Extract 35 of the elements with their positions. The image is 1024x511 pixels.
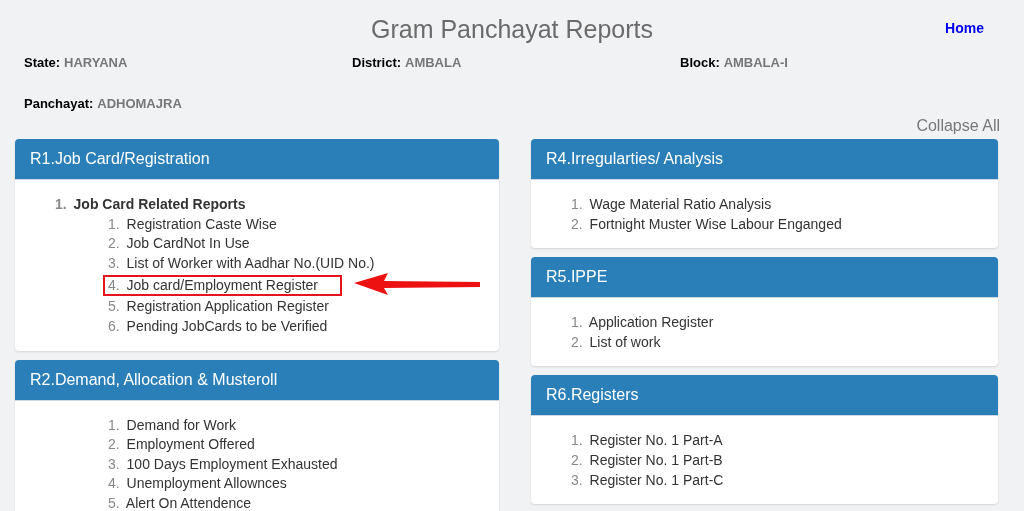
report-link[interactable]: 2. List of work — [571, 332, 661, 353]
report-group-heading: 1. Job Card Related Reports — [55, 195, 246, 214]
report-link[interactable]: 1. Register No. 1 Part-A — [571, 431, 723, 451]
report-link[interactable]: 1. Wage Material Ratio Analysis — [571, 195, 772, 215]
report-link[interactable]: 2. Register No. 1 Part-B — [571, 450, 723, 471]
panel-heading[interactable]: R4.Irregularties/ Analysis — [531, 139, 998, 180]
info-label: State: — [24, 55, 61, 70]
info-label: Panchayat: — [24, 96, 94, 111]
info-value: HARYANA — [64, 55, 128, 70]
info-value: ADHOMAJRA — [97, 96, 182, 111]
report-link[interactable]: 6. Pending JobCards to be Verified — [108, 316, 328, 337]
report-link[interactable]: 2. Job CardNot In Use — [108, 234, 250, 254]
report-link[interactable]: 4. Job card/Employment Register — [108, 276, 318, 293]
report-link[interactable]: 5. Registration Application Register — [108, 297, 329, 317]
report-link[interactable]: 2. Fortnight Muster Wise Labour Enganged — [571, 214, 842, 235]
info-label: District: — [352, 55, 402, 70]
panel-heading[interactable]: R6.Registers — [531, 375, 998, 417]
panel-heading[interactable]: R5.IPPE — [531, 257, 998, 299]
report-link[interactable]: 3. 100 Days Employment Exhausted — [108, 454, 338, 475]
report-link[interactable]: 5. Alert On Attendence — [108, 493, 252, 511]
panel-heading[interactable]: R2.Demand, Allocation & Musteroll — [15, 359, 499, 401]
home-link[interactable]: Home — [945, 18, 984, 39]
report-link[interactable]: 4. Unemployment Allownces — [108, 474, 287, 494]
panel-heading[interactable]: R1.Job Card/Registration — [15, 139, 499, 180]
report-link[interactable]: 1. Registration Caste Wise — [108, 214, 277, 235]
report-link[interactable]: 3. Register No. 1 Part-C — [571, 470, 724, 491]
page-title: Gram Panchayat Reports — [370, 14, 654, 44]
collapse-all-link[interactable]: Collapse All — [916, 114, 1000, 138]
info-value: AMBALA-I — [723, 55, 788, 70]
report-link[interactable]: 3. List of Worker with Aadhar No.(UID No.) — [108, 253, 375, 274]
info-value: AMBALA — [405, 55, 462, 70]
report-link[interactable]: 2. Employment Offered — [108, 435, 255, 455]
report-link[interactable]: 1. Application Register — [571, 313, 714, 333]
report-link[interactable]: 1. Demand for Work — [108, 415, 237, 436]
info-label: Block: — [680, 55, 720, 70]
